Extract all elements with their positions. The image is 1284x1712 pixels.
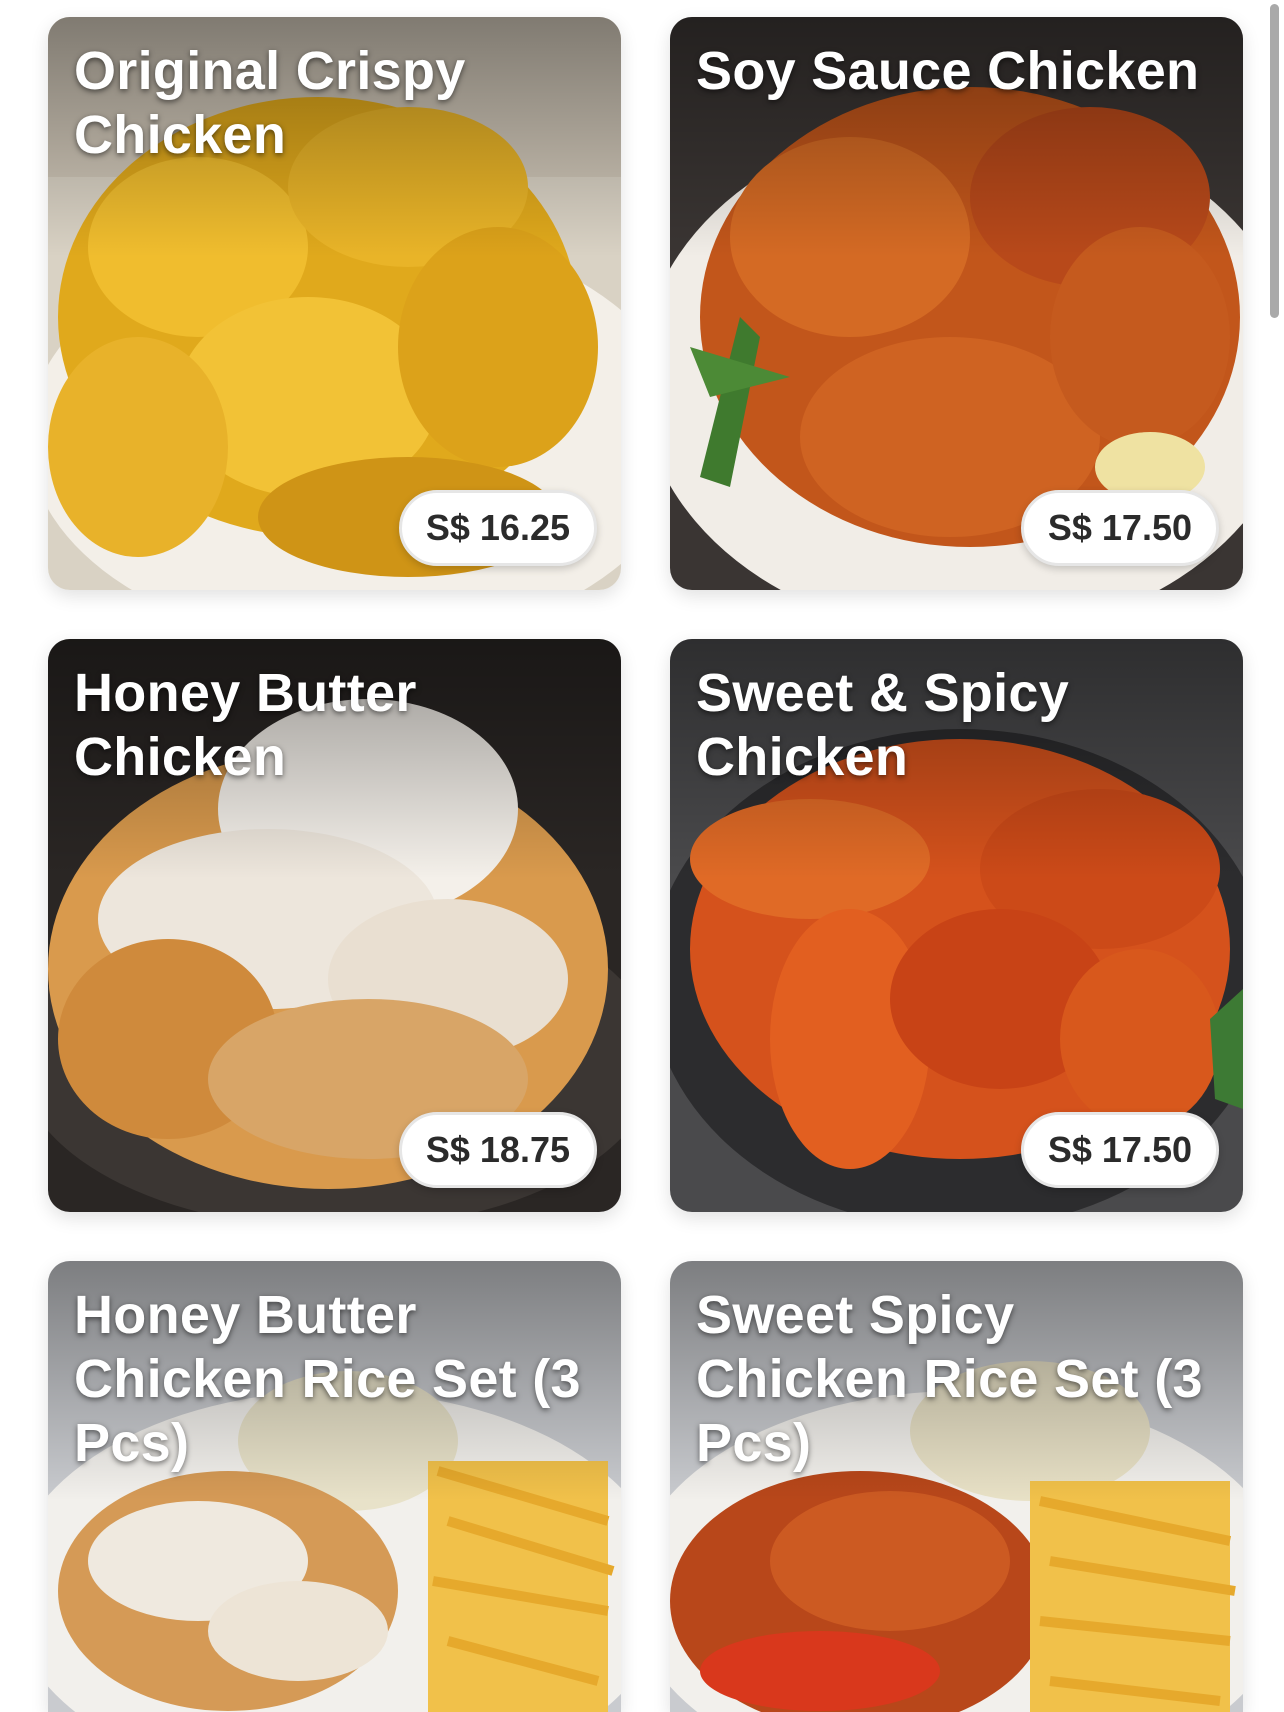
menu-card-sweet-spicy-rice-set[interactable]: Sweet Spicy Chicken Rice Set (3 Pcs) xyxy=(670,1261,1243,1712)
scrollbar[interactable] xyxy=(1270,4,1279,318)
price-badge: S$ 17.50 xyxy=(1020,490,1219,566)
menu-card-sweet-spicy-chicken[interactable]: Sweet & Spicy Chicken S$ 17.50 xyxy=(670,639,1243,1212)
price-badge: S$ 18.75 xyxy=(398,1112,597,1188)
item-title: Soy Sauce Chicken xyxy=(696,41,1200,101)
menu-grid: Original Crispy Chicken S$ 16.25 Soy Sau… xyxy=(0,0,1284,1712)
menu-card-honey-butter-chicken[interactable]: Honey Butter Chicken S$ 18.75 xyxy=(48,639,621,1212)
price-badge: S$ 17.50 xyxy=(1020,1112,1219,1188)
menu-card-original-crispy-chicken[interactable]: Original Crispy Chicken S$ 16.25 xyxy=(48,17,621,590)
menu-card-soy-sauce-chicken[interactable]: Soy Sauce Chicken S$ 17.50 xyxy=(670,17,1243,590)
menu-card-honey-butter-rice-set[interactable]: Honey Butter Chicken Rice Set (3 Pcs) xyxy=(48,1261,621,1712)
item-title: Original Crispy Chicken xyxy=(74,41,466,165)
price-badge: S$ 16.25 xyxy=(398,490,597,566)
item-title: Sweet & Spicy Chicken xyxy=(696,663,1070,787)
item-title: Sweet Spicy Chicken Rice Set (3 Pcs) xyxy=(696,1285,1203,1473)
item-title: Honey Butter Chicken Rice Set (3 Pcs) xyxy=(74,1285,581,1473)
item-title: Honey Butter Chicken xyxy=(74,663,417,787)
